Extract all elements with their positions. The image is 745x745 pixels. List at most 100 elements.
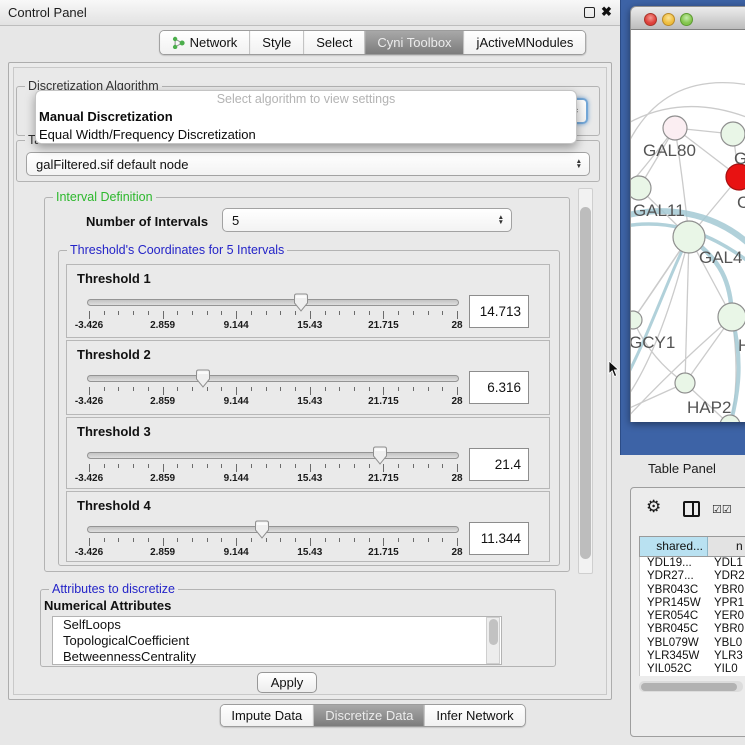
tick-label: 21.715: [368, 320, 399, 331]
tick-mark: [148, 538, 149, 542]
node-hap2[interactable]: [675, 373, 695, 393]
tick-mark: [192, 311, 193, 315]
tick-mark: [280, 464, 281, 468]
node-top-right[interactable]: [721, 122, 745, 146]
cell-shared-name: YIL052C: [640, 663, 708, 676]
control-panel-titlebar: Control Panel ✖: [0, 0, 620, 26]
tab-discretize-data[interactable]: Discretize Data: [313, 705, 424, 726]
thresholds-group-title: Threshold's Coordinates for 5 Intervals: [67, 243, 287, 257]
column-header-shared-name[interactable]: shared...: [640, 537, 708, 556]
minimize-traffic-light-icon[interactable]: [662, 13, 675, 26]
table-row[interactable]: YBR045CYBR0: [640, 623, 745, 636]
attribute-list-item[interactable]: BetweennessCentrality: [53, 649, 501, 665]
apply-button[interactable]: Apply: [257, 672, 317, 693]
tab-select[interactable]: Select: [303, 31, 364, 54]
table-row[interactable]: YIL052CYIL0: [640, 663, 745, 676]
table-row[interactable]: YLR345WYLR3: [640, 650, 745, 663]
table-row[interactable]: YPR145WYPR1: [640, 597, 745, 610]
table-row[interactable]: YER054CYER0: [640, 610, 745, 623]
tick-mark: [339, 387, 340, 391]
threshold-value-field[interactable]: 21.4: [469, 448, 529, 481]
gear-icon[interactable]: ⚙: [646, 497, 661, 517]
threshold-slider-track[interactable]: [87, 375, 459, 382]
tick-mark: [310, 387, 311, 395]
scrollbar-thumb[interactable]: [580, 207, 591, 559]
network-window-titlebar[interactable]: [630, 6, 745, 30]
tick-mark: [207, 311, 208, 315]
mouse-cursor: [608, 361, 620, 378]
node-right-mid[interactable]: [718, 303, 745, 331]
network-graph: GAL80GAL11GAL4GCY1HAP2GCH: [631, 30, 745, 422]
popup-item-equal-width-frequency[interactable]: Equal Width/Frequency Discretization: [36, 126, 576, 144]
threshold-slider-thumb[interactable]: [293, 293, 309, 312]
node-gal11[interactable]: [631, 176, 651, 200]
tab-label: Select: [316, 35, 352, 50]
tick-mark: [457, 538, 458, 546]
attribute-list-item[interactable]: SelfLoops: [53, 617, 501, 633]
table-row[interactable]: YBL079WYBL0: [640, 637, 745, 650]
table-row[interactable]: YBR043CYBR0: [640, 584, 745, 597]
threshold-value-field[interactable]: 6.316: [469, 371, 529, 404]
tab-jactivemnodules[interactable]: jActiveMNodules: [464, 31, 586, 54]
tab-infer-network[interactable]: Infer Network: [424, 705, 524, 726]
tab-label: Discretize Data: [325, 708, 413, 723]
tab-impute-data[interactable]: Impute Data: [220, 705, 313, 726]
tick-label: 2.859: [150, 547, 175, 558]
tick-mark: [133, 311, 134, 315]
threshold-slider-track[interactable]: [87, 526, 459, 533]
cell-shared-name: YBR045C: [640, 623, 708, 636]
numerical-attributes-list[interactable]: SelfLoopsTopologicalCoefficientBetweenne…: [52, 616, 502, 665]
scrollbar-thumb[interactable]: [641, 683, 737, 691]
table-row[interactable]: YDR27...YDR2: [640, 570, 745, 583]
tick-mark: [413, 464, 414, 468]
tick-label: 9.144: [224, 547, 249, 558]
tick-mark: [339, 311, 340, 315]
table-body[interactable]: YDL19...YDL1YDR27...YDR2YBR043CYBR0YPR14…: [639, 557, 745, 676]
attribute-list-item[interactable]: TopologicalCoefficient: [53, 633, 501, 649]
close-icon[interactable]: ✖: [601, 4, 612, 20]
tick-label: 2.859: [150, 473, 175, 484]
threshold-slider-thumb[interactable]: [195, 369, 211, 388]
table-row[interactable]: YDL19...YDL1: [640, 557, 745, 570]
threshold-value-field[interactable]: 11.344: [469, 522, 529, 555]
tick-mark: [192, 538, 193, 542]
tick-mark: [89, 311, 90, 319]
close-traffic-light-icon[interactable]: [644, 13, 657, 26]
threshold-slider-thumb[interactable]: [254, 520, 270, 539]
slider-tick-marks: [87, 311, 459, 320]
number-of-intervals-combobox[interactable]: 5 ▲▼: [222, 208, 512, 232]
node-gcy1[interactable]: [631, 311, 642, 329]
column-header-name[interactable]: n: [708, 537, 745, 556]
tick-mark: [163, 538, 164, 546]
tick-mark: [325, 464, 326, 468]
zoom-traffic-light-icon[interactable]: [680, 13, 693, 26]
table-data-combobox[interactable]: galFiltered.sif default node ▲▼: [26, 152, 590, 176]
tick-mark: [163, 387, 164, 395]
tab-network[interactable]: Network: [160, 31, 250, 54]
scrollbar-thumb[interactable]: [489, 619, 498, 645]
popup-item-manual-discretization[interactable]: Manual Discretization: [36, 108, 576, 126]
tick-label: 9.144: [224, 396, 249, 407]
threshold-slider-track[interactable]: [87, 452, 459, 459]
table-header-row: shared... n: [639, 536, 745, 557]
table-horizontal-scrollbar[interactable]: [639, 681, 743, 692]
split-columns-icon[interactable]: [683, 501, 700, 517]
tick-label: 15.43: [297, 547, 322, 558]
panel-vertical-scrollbar[interactable]: [578, 188, 593, 574]
slider-tick-labels: -3.4262.8599.14415.4321.71528: [87, 396, 459, 407]
threshold-slider-track[interactable]: [87, 299, 459, 306]
checkbox-filter-icons[interactable]: ☑☑: [712, 503, 732, 516]
cell-name: YER0: [708, 610, 745, 623]
threshold-value-field[interactable]: 14.713: [469, 295, 529, 328]
node-gal80[interactable]: [663, 116, 687, 140]
network-canvas[interactable]: GAL80GAL11GAL4GCY1HAP2GCH: [630, 30, 745, 422]
tab-style[interactable]: Style: [249, 31, 303, 54]
popup-prompt: Select algorithm to view settings: [36, 91, 576, 108]
list-vertical-scrollbar[interactable]: [486, 617, 500, 664]
tick-mark: [89, 464, 90, 472]
threshold-slider-thumb[interactable]: [372, 446, 388, 465]
tab-cyni-toolbox[interactable]: Cyni Toolbox: [364, 31, 463, 54]
tick-label: 9.144: [224, 473, 249, 484]
float-window-icon[interactable]: [584, 7, 595, 18]
tick-mark: [354, 387, 355, 391]
